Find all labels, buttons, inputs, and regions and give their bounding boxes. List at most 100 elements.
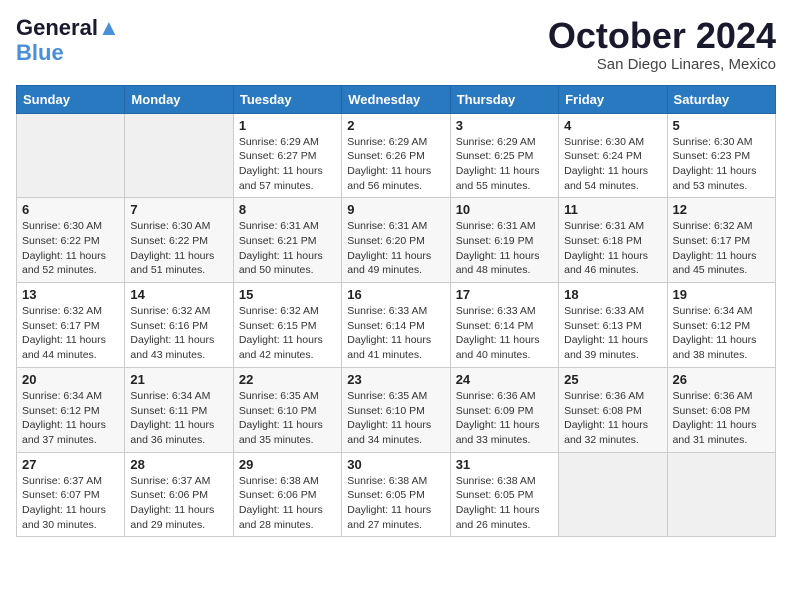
header-cell-saturday: Saturday bbox=[667, 85, 775, 113]
day-number: 28 bbox=[130, 457, 227, 472]
day-number: 26 bbox=[673, 372, 770, 387]
day-info: Sunrise: 6:29 AM Sunset: 6:25 PM Dayligh… bbox=[456, 135, 553, 194]
calendar-cell: 18 Sunrise: 6:33 AM Sunset: 6:13 PM Dayli… bbox=[559, 283, 667, 368]
header-cell-friday: Friday bbox=[559, 85, 667, 113]
logo-blue: Blue bbox=[16, 40, 64, 66]
day-number: 12 bbox=[673, 202, 770, 217]
header-cell-thursday: Thursday bbox=[450, 85, 558, 113]
day-number: 7 bbox=[130, 202, 227, 217]
calendar-cell: 1 Sunrise: 6:29 AM Sunset: 6:27 PM Daylig… bbox=[233, 113, 341, 198]
day-number: 19 bbox=[673, 287, 770, 302]
calendar-cell bbox=[125, 113, 233, 198]
calendar-cell: 2Sunrise: 6:29 AM Sunset: 6:26 PM Daylig… bbox=[342, 113, 450, 198]
calendar-cell: 19 Sunrise: 6:34 AM Sunset: 6:12 PM Dayli… bbox=[667, 283, 775, 368]
calendar-cell bbox=[17, 113, 125, 198]
day-info: Sunrise: 6:38 AM Sunset: 6:05 PM Dayligh… bbox=[347, 474, 444, 533]
calendar-cell: 17 Sunrise: 6:33 AM Sunset: 6:14 PM Dayli… bbox=[450, 283, 558, 368]
day-number: 1 bbox=[239, 118, 336, 133]
day-info: Sunrise: 6:35 AM Sunset: 6:10 PM Dayligh… bbox=[347, 389, 444, 448]
day-info: Sunrise: 6:36 AM Sunset: 6:08 PM Dayligh… bbox=[673, 389, 770, 448]
calendar-cell: 8 Sunrise: 6:31 AM Sunset: 6:21 PM Daylig… bbox=[233, 198, 341, 283]
calendar-table: SundayMondayTuesdayWednesdayThursdayFrid… bbox=[16, 85, 776, 538]
header-cell-wednesday: Wednesday bbox=[342, 85, 450, 113]
calendar-cell: 25 Sunrise: 6:36 AM Sunset: 6:08 PM Dayli… bbox=[559, 367, 667, 452]
calendar-cell: 12 Sunrise: 6:32 AM Sunset: 6:17 PM Dayli… bbox=[667, 198, 775, 283]
calendar-cell: 27 Sunrise: 6:37 AM Sunset: 6:07 PM Dayli… bbox=[17, 452, 125, 537]
day-info: Sunrise: 6:29 AM Sunset: 6:26 PM Dayligh… bbox=[347, 135, 444, 194]
calendar-cell: 7 Sunrise: 6:30 AM Sunset: 6:22 PM Daylig… bbox=[125, 198, 233, 283]
day-number: 21 bbox=[130, 372, 227, 387]
calendar-week-2: 13Sunrise: 6:32 AM Sunset: 6:17 PM Dayli… bbox=[17, 283, 776, 368]
day-info: Sunrise: 6:31 AM Sunset: 6:19 PM Dayligh… bbox=[456, 219, 553, 278]
calendar-cell: 23 Sunrise: 6:35 AM Sunset: 6:10 PM Dayli… bbox=[342, 367, 450, 452]
day-number: 10 bbox=[456, 202, 553, 217]
page-header: General▲ Blue October 2024 San Diego Lin… bbox=[16, 16, 776, 73]
day-info: Sunrise: 6:30 AM Sunset: 6:22 PM Dayligh… bbox=[22, 219, 119, 278]
day-number: 6 bbox=[22, 202, 119, 217]
calendar-week-3: 20 Sunrise: 6:34 AM Sunset: 6:12 PM Dayli… bbox=[17, 367, 776, 452]
day-number: 5 bbox=[673, 118, 770, 133]
title-block: October 2024 San Diego Linares, Mexico bbox=[548, 16, 776, 73]
day-number: 8 bbox=[239, 202, 336, 217]
calendar-cell: 4Sunrise: 6:30 AM Sunset: 6:24 PM Daylig… bbox=[559, 113, 667, 198]
calendar-cell: 5Sunrise: 6:30 AM Sunset: 6:23 PM Daylig… bbox=[667, 113, 775, 198]
day-info: Sunrise: 6:31 AM Sunset: 6:18 PM Dayligh… bbox=[564, 219, 661, 278]
day-info: Sunrise: 6:36 AM Sunset: 6:09 PM Dayligh… bbox=[456, 389, 553, 448]
logo: General▲ Blue bbox=[16, 16, 120, 66]
day-info: Sunrise: 6:29 AM Sunset: 6:27 PM Dayligh… bbox=[239, 135, 336, 194]
day-info: Sunrise: 6:37 AM Sunset: 6:07 PM Dayligh… bbox=[22, 474, 119, 533]
day-info: Sunrise: 6:34 AM Sunset: 6:11 PM Dayligh… bbox=[130, 389, 227, 448]
calendar-cell: 10 Sunrise: 6:31 AM Sunset: 6:19 PM Dayli… bbox=[450, 198, 558, 283]
day-number: 25 bbox=[564, 372, 661, 387]
calendar-cell: 9Sunrise: 6:31 AM Sunset: 6:20 PM Daylig… bbox=[342, 198, 450, 283]
day-number: 30 bbox=[347, 457, 444, 472]
day-number: 11 bbox=[564, 202, 661, 217]
header-cell-tuesday: Tuesday bbox=[233, 85, 341, 113]
day-number: 17 bbox=[456, 287, 553, 302]
day-info: Sunrise: 6:34 AM Sunset: 6:12 PM Dayligh… bbox=[673, 304, 770, 363]
calendar-cell bbox=[559, 452, 667, 537]
day-info: Sunrise: 6:37 AM Sunset: 6:06 PM Dayligh… bbox=[130, 474, 227, 533]
day-info: Sunrise: 6:36 AM Sunset: 6:08 PM Dayligh… bbox=[564, 389, 661, 448]
day-number: 31 bbox=[456, 457, 553, 472]
calendar-cell: 11 Sunrise: 6:31 AM Sunset: 6:18 PM Dayli… bbox=[559, 198, 667, 283]
calendar-cell: 22 Sunrise: 6:35 AM Sunset: 6:10 PM Dayli… bbox=[233, 367, 341, 452]
day-info: Sunrise: 6:35 AM Sunset: 6:10 PM Dayligh… bbox=[239, 389, 336, 448]
day-info: Sunrise: 6:34 AM Sunset: 6:12 PM Dayligh… bbox=[22, 389, 119, 448]
day-number: 27 bbox=[22, 457, 119, 472]
calendar-cell: 13Sunrise: 6:32 AM Sunset: 6:17 PM Dayli… bbox=[17, 283, 125, 368]
day-info: Sunrise: 6:32 AM Sunset: 6:15 PM Dayligh… bbox=[239, 304, 336, 363]
day-info: Sunrise: 6:33 AM Sunset: 6:14 PM Dayligh… bbox=[347, 304, 444, 363]
day-info: Sunrise: 6:32 AM Sunset: 6:17 PM Dayligh… bbox=[673, 219, 770, 278]
day-number: 29 bbox=[239, 457, 336, 472]
month-title: October 2024 bbox=[548, 16, 776, 56]
day-number: 9 bbox=[347, 202, 444, 217]
calendar-cell: 21 Sunrise: 6:34 AM Sunset: 6:11 PM Dayli… bbox=[125, 367, 233, 452]
day-info: Sunrise: 6:33 AM Sunset: 6:14 PM Dayligh… bbox=[456, 304, 553, 363]
day-info: Sunrise: 6:30 AM Sunset: 6:22 PM Dayligh… bbox=[130, 219, 227, 278]
day-number: 18 bbox=[564, 287, 661, 302]
calendar-cell: 16 Sunrise: 6:33 AM Sunset: 6:14 PM Dayli… bbox=[342, 283, 450, 368]
calendar-week-0: 1 Sunrise: 6:29 AM Sunset: 6:27 PM Daylig… bbox=[17, 113, 776, 198]
day-info: Sunrise: 6:31 AM Sunset: 6:21 PM Dayligh… bbox=[239, 219, 336, 278]
calendar-cell: 20 Sunrise: 6:34 AM Sunset: 6:12 PM Dayli… bbox=[17, 367, 125, 452]
day-info: Sunrise: 6:33 AM Sunset: 6:13 PM Dayligh… bbox=[564, 304, 661, 363]
calendar-cell: 14Sunrise: 6:32 AM Sunset: 6:16 PM Dayli… bbox=[125, 283, 233, 368]
day-number: 23 bbox=[347, 372, 444, 387]
day-number: 20 bbox=[22, 372, 119, 387]
day-number: 4 bbox=[564, 118, 661, 133]
calendar-cell: 26 Sunrise: 6:36 AM Sunset: 6:08 PM Dayli… bbox=[667, 367, 775, 452]
header-cell-sunday: Sunday bbox=[17, 85, 125, 113]
day-info: Sunrise: 6:32 AM Sunset: 6:16 PM Dayligh… bbox=[130, 304, 227, 363]
day-number: 22 bbox=[239, 372, 336, 387]
header-cell-monday: Monday bbox=[125, 85, 233, 113]
calendar-cell: 29Sunrise: 6:38 AM Sunset: 6:06 PM Dayli… bbox=[233, 452, 341, 537]
day-number: 3 bbox=[456, 118, 553, 133]
day-number: 16 bbox=[347, 287, 444, 302]
calendar-week-4: 27 Sunrise: 6:37 AM Sunset: 6:07 PM Dayli… bbox=[17, 452, 776, 537]
day-info: Sunrise: 6:38 AM Sunset: 6:05 PM Dayligh… bbox=[456, 474, 553, 533]
calendar-cell: 30 Sunrise: 6:38 AM Sunset: 6:05 PM Dayli… bbox=[342, 452, 450, 537]
day-number: 15 bbox=[239, 287, 336, 302]
day-info: Sunrise: 6:32 AM Sunset: 6:17 PM Dayligh… bbox=[22, 304, 119, 363]
logo-text: General▲ bbox=[16, 16, 120, 40]
